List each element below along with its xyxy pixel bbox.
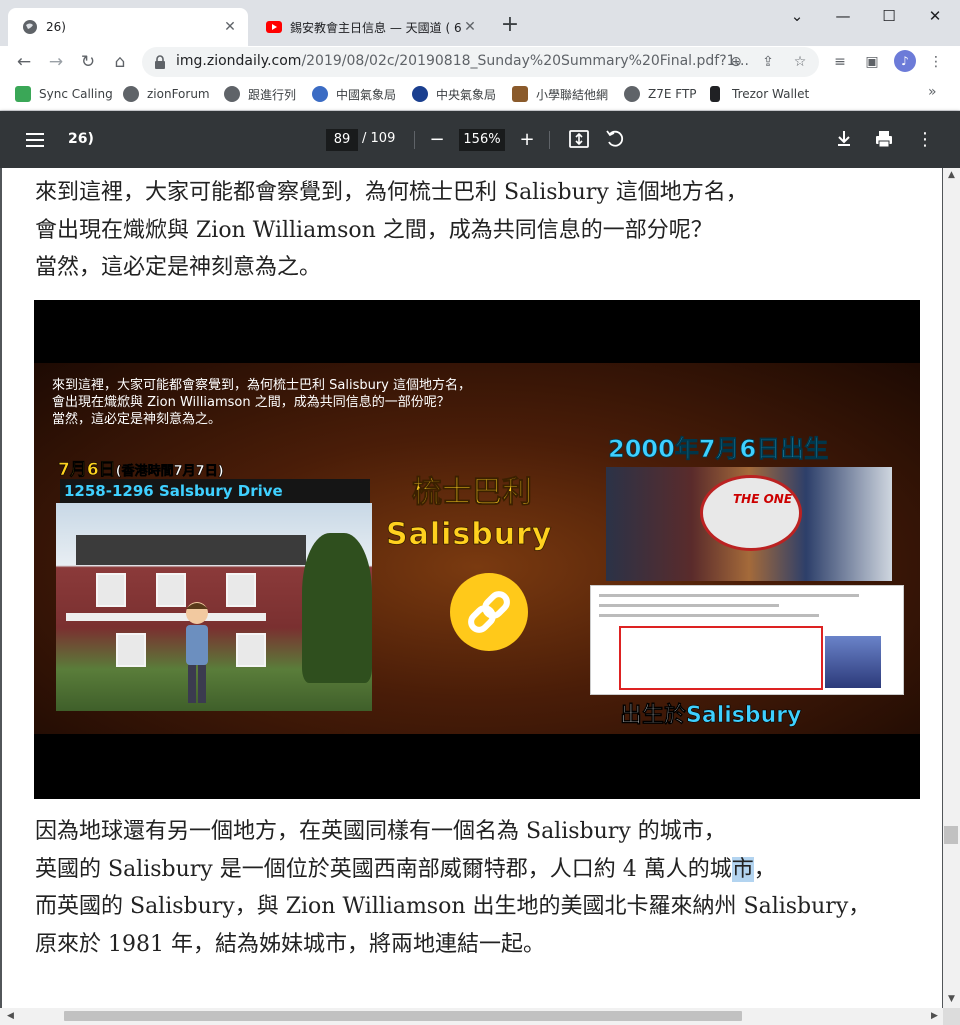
bookmark-item[interactable]: 小學聯結他網 — [512, 86, 608, 102]
scroll-right-arrow[interactable]: ▶ — [926, 1011, 943, 1021]
menu-dots-icon[interactable]: ⋮ — [924, 50, 948, 74]
url-path: /2019/08/02c/20190818_Sunday%20Summary%2… — [301, 53, 749, 69]
chevron-right-icon[interactable]: » — [928, 84, 937, 100]
globe-icon — [224, 86, 240, 102]
pdf-title: 26) — [68, 131, 94, 147]
slide-image: 來到這裡，大家可能都會察覺到，為何梳士巴利 Salisbury 這個地方名， 會… — [34, 300, 920, 799]
share-icon[interactable]: ⇪ — [758, 52, 778, 72]
star-icon[interactable]: ☆ — [790, 52, 810, 72]
zoom-out-button[interactable]: − — [425, 128, 449, 152]
bookmark-icon — [15, 86, 31, 102]
forward-button[interactable]: → — [42, 48, 70, 76]
zoom-icon[interactable]: ⊕ — [726, 52, 746, 72]
download-icon[interactable] — [833, 128, 857, 152]
pdf-viewer: 來到這裡，大家可能都會察覺到，為何梳士巴利 Salisbury 這個地方名， 會… — [0, 168, 960, 1025]
minimize-button[interactable]: — — [820, 4, 866, 28]
text-selection: 市 — [731, 856, 754, 882]
zoom-input[interactable]: 156% — [459, 129, 505, 151]
tab-title: 錫安教會主日信息 — 天國道 ( 6 — [290, 20, 462, 35]
globe-icon — [123, 86, 139, 102]
back-button[interactable]: ← — [10, 48, 38, 76]
scroll-up-arrow[interactable]: ▲ — [943, 170, 960, 180]
page-total: 109 — [370, 131, 396, 146]
divider — [414, 131, 415, 149]
scroll-down-arrow[interactable]: ▼ — [943, 994, 960, 1004]
more-options-icon[interactable]: ⋮ — [913, 128, 937, 152]
rotate-icon[interactable] — [604, 128, 628, 152]
slide-address: 1258-1296 Salsbury Drive — [60, 479, 370, 503]
slide-intro-text: 來到這裡，大家可能都會察覺到，為何梳士巴利 Salisbury 這個地方名， 會… — [52, 378, 472, 427]
bookmark-item[interactable]: 中國氣象局 — [312, 86, 396, 102]
lock-icon — [710, 86, 720, 102]
address-bar[interactable]: img.ziondaily.com/2019/08/02c/20190818_S… — [142, 47, 819, 77]
horizontal-scroll-thumb[interactable] — [64, 1011, 742, 1021]
bookmarks-bar: Sync Calling zionForum 跟進行列 中國氣象局 中央氣象局 … — [0, 78, 960, 111]
bookmark-item[interactable]: Z7E FTP — [624, 86, 697, 102]
scrollbar-corner — [943, 1008, 960, 1025]
globe-icon — [22, 19, 38, 35]
tab-title: 26) — [46, 20, 66, 34]
guitar-icon — [512, 86, 528, 102]
media-icon[interactable]: ≡ — [828, 50, 852, 74]
vertical-scrollbar[interactable] — [943, 168, 960, 1012]
print-icon[interactable] — [873, 128, 897, 152]
zion-williamson-collage: THE ONE — [606, 467, 892, 581]
pdf-toolbar: 26) 89 / 109 − 156% + ⋮ — [0, 111, 960, 168]
pdf-page: 來到這裡，大家可能都會察覺到，為何梳士巴利 Salisbury 這個地方名， 會… — [2, 168, 942, 1012]
slide-center-en: Salisbury — [386, 517, 553, 553]
slide-born-in: 出生於Salisbury — [620, 703, 802, 729]
chevron-down-icon[interactable]: ⌄ — [774, 4, 820, 28]
slide-date: 7月6日(香港時間7月7日) — [58, 460, 224, 481]
side-panel-icon[interactable]: ▣ — [860, 50, 884, 74]
divider — [549, 131, 550, 149]
avatar[interactable]: ♪ — [894, 50, 916, 72]
page-number-input[interactable]: 89 — [326, 129, 358, 151]
bookmark-item[interactable]: 中央氣象局 — [412, 86, 496, 102]
new-tab-button[interactable]: + — [498, 14, 522, 38]
menu-icon[interactable] — [26, 133, 44, 147]
youtube-icon — [266, 19, 282, 35]
tab-youtube[interactable]: 錫安教會主日信息 — 天國道 ( 6 ✕ — [252, 8, 488, 46]
bookmark-item[interactable]: zionForum — [123, 86, 210, 102]
close-icon[interactable]: ✕ — [222, 19, 238, 35]
url-host: img.ziondaily.com — [176, 53, 302, 69]
slide-birth-date: 2000年7月6日出生 — [608, 435, 829, 464]
lock-icon — [154, 54, 166, 73]
maximize-button[interactable]: ☐ — [866, 4, 912, 28]
cartoon-boy-figure — [186, 602, 208, 703]
zoom-in-button[interactable]: + — [515, 128, 539, 152]
fit-page-icon[interactable] — [568, 128, 592, 152]
weather-icon — [412, 86, 428, 102]
page-separator: / — [362, 131, 367, 146]
slide-center-cn: 梳士巴利 — [412, 475, 533, 511]
globe-icon — [624, 86, 640, 102]
house-photo — [56, 503, 372, 711]
tab-strip: 26) ✕ 錫安教會主日信息 — 天國道 ( 6 ✕ + ⌄ — ☐ ✕ — [0, 0, 960, 46]
paragraph-body: 因為地球還有另一個地方，在英國同樣有一個名為 Salisbury 的城市， 英國… — [35, 819, 871, 957]
close-window-button[interactable]: ✕ — [912, 4, 958, 28]
home-button[interactable]: ⌂ — [106, 48, 134, 76]
paragraph-intro: 來到這裡，大家可能都會察覺到，為何梳士巴利 Salisbury 這個地方名， 會… — [35, 180, 748, 280]
wikipedia-screenshot — [590, 585, 904, 695]
scroll-left-arrow[interactable]: ◀ — [2, 1011, 19, 1021]
tab-pdf[interactable]: 26) ✕ — [8, 8, 248, 46]
bookmark-item[interactable]: Sync Calling — [15, 86, 113, 102]
reload-button[interactable]: ↻ — [74, 48, 102, 76]
browser-toolbar: ← → ↻ ⌂ img.ziondaily.com/2019/08/02c/20… — [0, 46, 960, 78]
link-icon — [450, 573, 528, 651]
bookmark-item[interactable]: Trezor Wallet — [710, 86, 809, 102]
close-icon[interactable]: ✕ — [462, 19, 478, 35]
vertical-scroll-thumb[interactable] — [944, 826, 958, 844]
bookmark-item[interactable]: 跟進行列 — [224, 86, 296, 102]
weather-icon — [312, 86, 328, 102]
